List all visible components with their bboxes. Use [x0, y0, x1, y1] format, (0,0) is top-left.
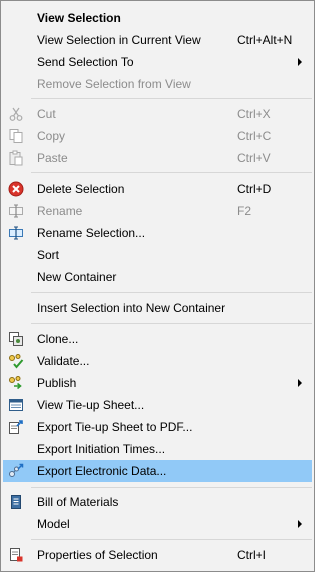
menu-label: Publish — [37, 376, 77, 390]
menu-label: Rename Selection... — [37, 226, 146, 240]
menu-label: Send Selection To — [37, 55, 134, 69]
text-cursor-icon — [9, 226, 23, 240]
red-x-circle-icon — [8, 181, 24, 197]
menu-label: Bill of Materials — [37, 495, 119, 509]
sheet-icon — [9, 399, 23, 411]
menu-item-new-container[interactable]: New Container — [3, 266, 312, 288]
menu-label: Rename — [37, 204, 83, 218]
menu-label: Paste — [37, 151, 68, 165]
menu-shortcut: Ctrl+V — [237, 151, 271, 165]
menu-label: Copy — [37, 129, 66, 143]
menu-item-validate[interactable]: Validate... — [3, 350, 312, 372]
menu-item-remove-selection-from-view[interactable]: Remove Selection from View — [3, 73, 312, 95]
menu-separator — [31, 172, 312, 173]
menu-item-export-tieup-pdf[interactable]: Export Tie-up Sheet to PDF... — [3, 416, 312, 438]
document-icon — [11, 495, 21, 509]
menu-separator — [31, 539, 312, 540]
menu-item-sort[interactable]: Sort — [3, 244, 312, 266]
menu-item-paste[interactable]: Paste Ctrl+V — [3, 147, 312, 169]
menu-shortcut: Ctrl+D — [237, 182, 272, 196]
scissors-icon — [9, 107, 23, 121]
menu-shortcut: Ctrl+I — [237, 548, 267, 562]
menu-item-delete-selection[interactable]: Delete Selection Ctrl+D — [3, 178, 312, 200]
copy-icon — [9, 129, 23, 143]
menu-label: Export Tie-up Sheet to PDF... — [37, 420, 193, 434]
clone-icon — [9, 332, 23, 346]
menu-item-insert-selection-new-container[interactable]: Insert Selection into New Container — [3, 297, 312, 319]
submenu-arrow-icon — [298, 58, 302, 66]
publish-icon — [9, 376, 22, 390]
menu-item-model[interactable]: Model — [3, 513, 312, 535]
menu-item-send-selection-to[interactable]: Send Selection To — [3, 51, 312, 73]
menu-label: Remove Selection from View — [37, 77, 191, 91]
menu-item-export-initiation-times[interactable]: Export Initiation Times... — [3, 438, 312, 460]
menu-separator — [31, 323, 312, 324]
menu-shortcut: Ctrl+C — [237, 129, 272, 143]
validate-icon — [9, 354, 24, 369]
menu-item-export-electronic-data[interactable]: Export Electronic Data... — [3, 460, 312, 482]
menu-item-view-tieup-sheet[interactable]: View Tie-up Sheet... — [3, 394, 312, 416]
menu-shortcut: Ctrl+Alt+N — [237, 33, 293, 47]
menu-item-view-selection-current-view[interactable]: View Selection in Current View Ctrl+Alt+… — [3, 29, 312, 51]
menu-item-bill-of-materials[interactable]: Bill of Materials — [3, 491, 312, 513]
menu-separator — [31, 98, 312, 99]
context-menu: View Selection View Selection in Current… — [0, 0, 315, 572]
menu-item-cut[interactable]: Cut Ctrl+X — [3, 103, 312, 125]
menu-separator — [31, 487, 312, 488]
menu-label: Properties of Selection — [37, 548, 158, 562]
menu-item-rename-selection[interactable]: Rename Selection... — [3, 222, 312, 244]
menu-item-copy[interactable]: Copy Ctrl+C — [3, 125, 312, 147]
export-sheet-icon — [9, 420, 23, 434]
menu-label: Export Initiation Times... — [37, 442, 166, 456]
paste-icon — [9, 150, 23, 166]
menu-label: Sort — [37, 248, 60, 262]
menu-label: View Selection in Current View — [37, 33, 201, 47]
menu-label: Insert Selection into New Container — [37, 301, 226, 315]
menu-shortcut: Ctrl+X — [237, 107, 271, 121]
properties-icon — [10, 548, 23, 562]
submenu-arrow-icon — [298, 520, 302, 528]
menu-label: Export Electronic Data... — [37, 464, 167, 478]
menu-item-publish[interactable]: Publish — [3, 372, 312, 394]
menu-label: Model — [37, 517, 70, 531]
menu-label: Delete Selection — [37, 182, 125, 196]
text-cursor-icon — [9, 204, 23, 218]
menu-label: Clone... — [37, 332, 79, 346]
menu-item-view-selection[interactable]: View Selection — [3, 7, 312, 29]
menu-separator — [31, 292, 312, 293]
export-data-icon — [9, 463, 24, 477]
menu-label: View Tie-up Sheet... — [37, 398, 145, 412]
menu-label: Cut — [37, 107, 56, 121]
menu-label: New Container — [37, 270, 117, 284]
menu-item-rename[interactable]: Rename F2 — [3, 200, 312, 222]
menu-item-properties-of-selection[interactable]: Properties of Selection Ctrl+I — [3, 544, 312, 566]
submenu-arrow-icon — [298, 379, 302, 387]
menu-label: View Selection — [37, 11, 121, 25]
menu-shortcut: F2 — [237, 204, 252, 218]
menu-item-clone[interactable]: Clone... — [3, 328, 312, 350]
menu-label: Validate... — [37, 354, 90, 368]
